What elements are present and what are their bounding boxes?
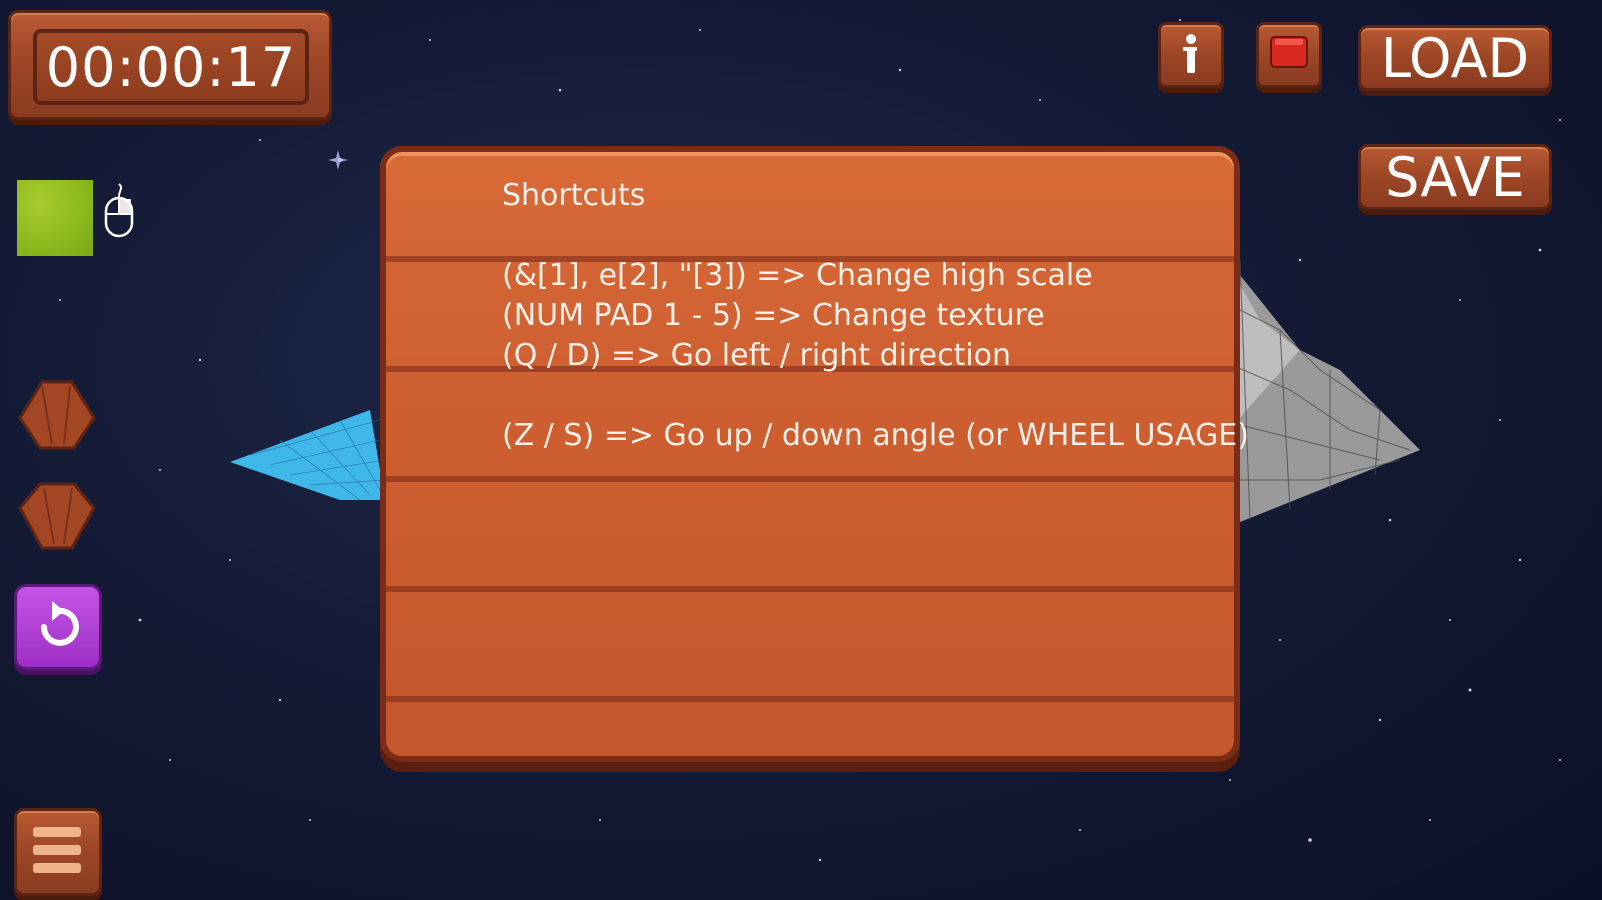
lower-terrain-button[interactable] (12, 478, 102, 558)
stop-button[interactable] (1256, 22, 1322, 88)
raise-terrain-icon (18, 380, 96, 450)
load-button[interactable]: LOAD (1358, 25, 1552, 91)
stop-icon (1270, 36, 1308, 68)
info-button[interactable] (1158, 22, 1224, 88)
undo-icon (41, 601, 79, 646)
shortcut-line: (Z / S) => Go up / down angle (or WHEEL … (502, 418, 1249, 453)
save-button[interactable]: SAVE (1358, 144, 1552, 210)
lower-terrain-icon (18, 482, 96, 550)
shortcuts-text: Shortcuts (&[1], e[2], "[3]) => Change h… (502, 176, 1249, 456)
shortcut-line: (&[1], e[2], "[3]) => Change high scale (502, 258, 1093, 293)
timer-panel: 00:00:17 (8, 10, 332, 120)
undo-button[interactable] (14, 584, 102, 670)
timer-display: 00:00:17 (33, 29, 309, 105)
water-terrain (230, 410, 386, 501)
mouse-icon (104, 183, 134, 238)
info-icon (1183, 34, 1197, 73)
shortcut-line: (NUM PAD 1 - 5) => Change texture (502, 298, 1045, 333)
shortcuts-panel: Shortcuts (&[1], e[2], "[3]) => Change h… (380, 146, 1249, 762)
grass-texture-swatch[interactable] (17, 180, 93, 256)
shortcuts-title: Shortcuts (502, 178, 646, 213)
shortcut-line: (Q / D) => Go left / right direction (502, 338, 1012, 373)
menu-button[interactable] (14, 808, 102, 896)
raise-terrain-button[interactable] (12, 374, 102, 454)
menu-icon (33, 827, 81, 873)
